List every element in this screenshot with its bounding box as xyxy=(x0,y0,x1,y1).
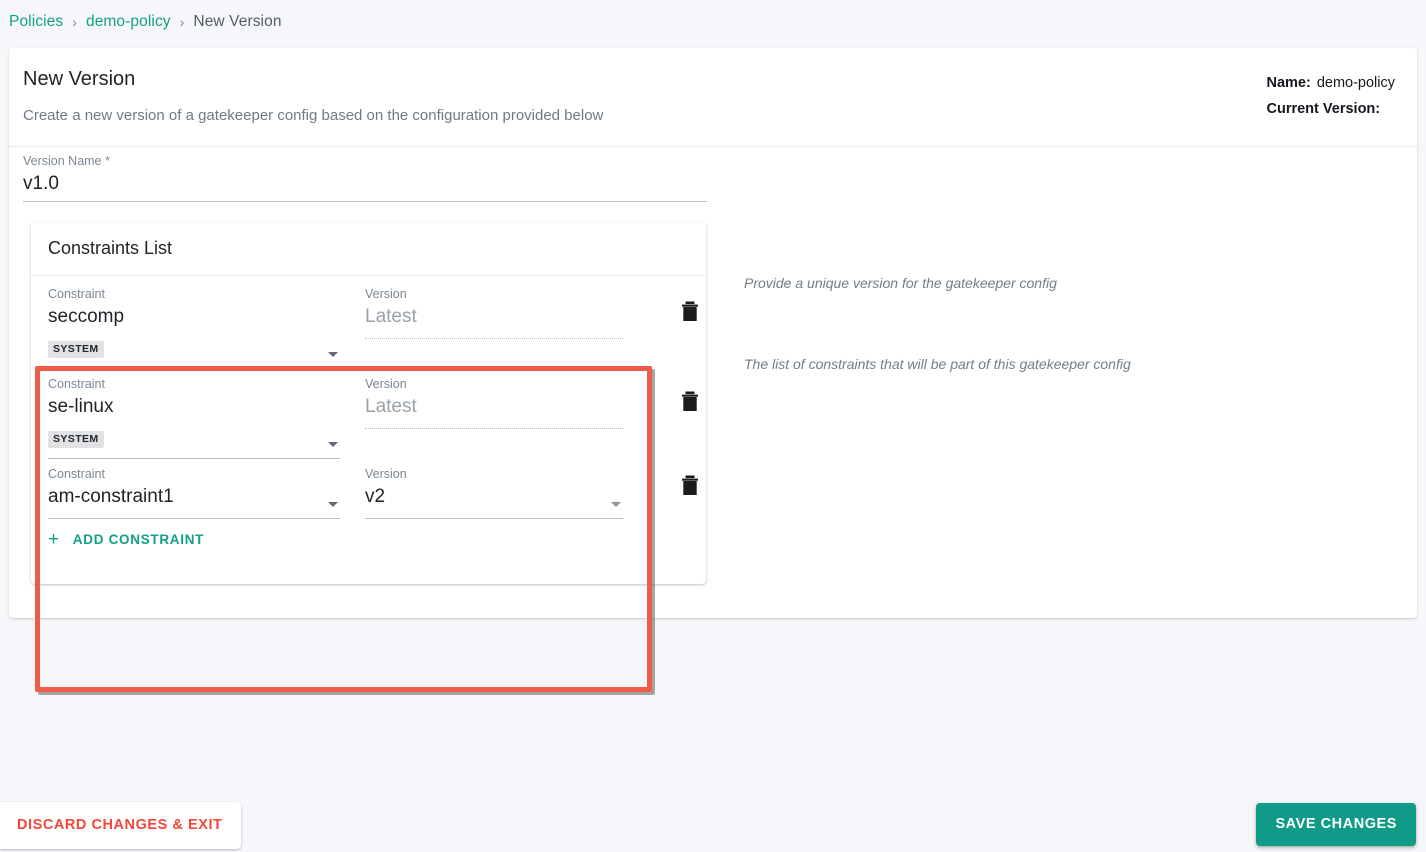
constraint-value: se-linux xyxy=(48,396,114,417)
version-value: Latest xyxy=(365,396,417,417)
page-root: Policies › demo-policy › New Version New… xyxy=(0,0,1426,852)
version-select-wrapper: Version Latest xyxy=(365,286,623,339)
constraint-row: Constraint am-constraint1 Version v2 xyxy=(31,456,706,519)
constraint-select-wrapper[interactable]: Constraint am-constraint1 xyxy=(48,466,358,519)
discard-changes-button[interactable]: DISCARD CHANGES & EXIT xyxy=(17,817,222,833)
constraint-value: am-constraint1 xyxy=(48,486,174,507)
constraints-list-panel: Constraints List Constraint seccomp SYST… xyxy=(31,222,706,584)
page-subtitle: Create a new version of a gatekeeper con… xyxy=(23,107,604,124)
trash-icon[interactable] xyxy=(679,300,701,324)
version-select-wrapper[interactable]: Version v2 xyxy=(365,466,623,519)
version-name-label: Version Name * xyxy=(23,154,110,168)
version-label: Version xyxy=(365,377,407,391)
breadcrumb: Policies › demo-policy › New Version xyxy=(9,4,282,40)
chevron-down-icon[interactable] xyxy=(328,502,338,507)
version-name-field[interactable]: Version Name * v1.0 xyxy=(23,153,707,202)
constraints-rows: Constraint seccomp SYSTEM Version Latest… xyxy=(31,276,706,551)
version-label: Version xyxy=(365,467,407,481)
version-underline-disabled xyxy=(365,428,623,429)
version-select[interactable]: v2 xyxy=(365,482,623,518)
page-title: New Version xyxy=(23,68,136,90)
constraints-hint: The list of constraints that will be par… xyxy=(744,356,1131,372)
constraint-label: Constraint xyxy=(48,467,105,481)
constraint-value: seccomp xyxy=(48,306,125,327)
save-changes-button[interactable]: SAVE CHANGES xyxy=(1256,803,1416,846)
version-name-hint: Provide a unique version for the gatekee… xyxy=(744,275,1057,291)
breadcrumb-item-demo-policy[interactable]: demo-policy xyxy=(86,13,171,31)
discard-button-container: DISCARD CHANGES & EXIT xyxy=(0,802,242,849)
chevron-down-icon[interactable] xyxy=(328,352,338,357)
constraints-panel-header: Constraints List xyxy=(31,222,706,276)
trash-icon[interactable] xyxy=(679,390,701,414)
policy-current-version-label: Current Version: xyxy=(1266,101,1381,117)
breadcrumb-separator: › xyxy=(179,14,185,30)
version-value: Latest xyxy=(365,306,417,327)
constraint-badge-wrapper: SYSTEM xyxy=(48,424,340,454)
constraint-label: Constraint xyxy=(48,287,105,301)
chevron-down-icon[interactable] xyxy=(611,502,621,507)
constraint-select-wrapper[interactable]: Constraint se-linux SYSTEM xyxy=(48,376,358,459)
policy-current-version-row: Current Version: xyxy=(1267,96,1396,122)
constraint-select[interactable]: seccomp SYSTEM xyxy=(48,302,340,368)
card-header: New Version Create a new version of a ga… xyxy=(9,48,1417,147)
breadcrumb-item-new-version: New Version xyxy=(193,13,282,30)
policy-name-row: Name: demo-policy xyxy=(1267,70,1396,96)
policy-meta: Name: demo-policy Current Version: xyxy=(1267,70,1396,122)
version-name-input[interactable]: v1.0 xyxy=(23,169,707,202)
constraint-row: Constraint se-linux SYSTEM Version Lates… xyxy=(31,366,706,459)
trash-icon[interactable] xyxy=(679,474,701,498)
constraint-select-wrapper[interactable]: Constraint seccomp SYSTEM xyxy=(48,286,358,369)
version-label: Version xyxy=(365,287,407,301)
version-underline-disabled xyxy=(365,338,623,339)
add-constraint-row: + ADD CONSTRAINT xyxy=(31,516,706,551)
status-badge: SYSTEM xyxy=(48,431,104,448)
new-version-card: New Version Create a new version of a ga… xyxy=(9,48,1417,692)
status-badge: SYSTEM xyxy=(48,341,104,358)
version-select-disabled: Latest xyxy=(365,302,623,338)
version-underline xyxy=(365,518,623,519)
constraint-label: Constraint xyxy=(48,377,105,391)
plus-icon: + xyxy=(48,528,60,550)
constraint-badge-wrapper: SYSTEM xyxy=(48,334,340,364)
breadcrumb-item-policies[interactable]: Policies xyxy=(9,13,63,31)
constraints-panel-title: Constraints List xyxy=(48,238,173,258)
version-value: v2 xyxy=(365,486,386,507)
constraint-select[interactable]: am-constraint1 xyxy=(48,482,340,518)
policy-name-value: demo-policy xyxy=(1316,75,1395,91)
version-select-disabled: Latest xyxy=(365,392,623,428)
constraint-underline xyxy=(48,518,340,519)
add-constraint-button[interactable]: + ADD CONSTRAINT xyxy=(48,528,204,551)
chevron-down-icon[interactable] xyxy=(328,442,338,447)
version-select-wrapper: Version Latest xyxy=(365,376,623,429)
constraint-select[interactable]: se-linux SYSTEM xyxy=(48,392,340,458)
policy-name-label: Name: xyxy=(1266,75,1311,91)
breadcrumb-separator: › xyxy=(72,14,77,30)
add-constraint-label: ADD CONSTRAINT xyxy=(72,532,205,547)
card-body: Version Name * v1.0 Provide a unique ver… xyxy=(9,147,1417,692)
constraint-row: Constraint seccomp SYSTEM Version Latest xyxy=(31,276,706,369)
